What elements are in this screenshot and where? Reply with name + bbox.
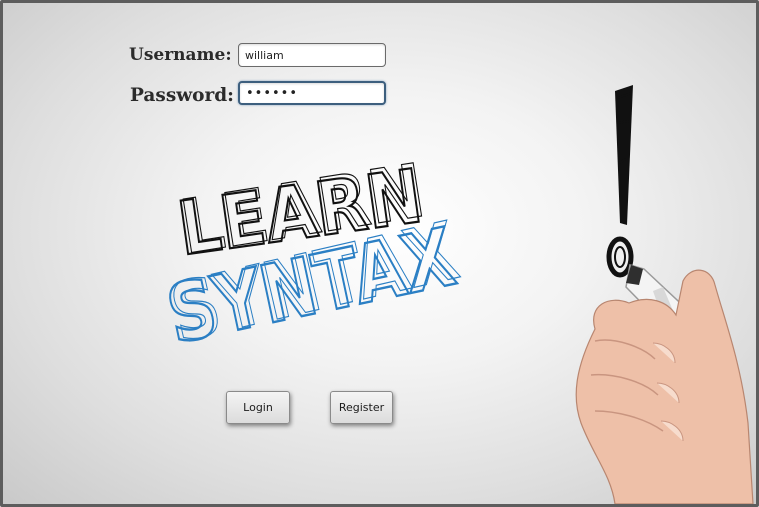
- password-label: Password:: [130, 85, 235, 106]
- learn-text-sketch-stroke: LEARN: [175, 148, 430, 271]
- login-button[interactable]: Login: [226, 391, 290, 424]
- password-input[interactable]: [238, 81, 386, 105]
- username-label: Username:: [129, 45, 232, 65]
- syntax-text-sketch-stroke: SYNTAX: [163, 204, 466, 360]
- exclamation-mark-drawing: [606, 85, 634, 278]
- syntax-text: SYNTAX: [159, 211, 462, 362]
- syntax-sketch-text: SYNTAX SYNTAX: [158, 204, 466, 363]
- login-window: Username: Password: LEARN LEARN SYNTAX S…: [0, 0, 759, 507]
- hand-with-marker-image: [575, 264, 754, 504]
- username-input[interactable]: [238, 43, 386, 67]
- background-artwork: LEARN LEARN SYNTAX SYNTAX: [158, 85, 754, 504]
- learn-sketch-text: LEARN LEARN: [172, 147, 431, 274]
- learn-text: LEARN: [173, 153, 428, 272]
- register-button[interactable]: Register: [330, 391, 393, 424]
